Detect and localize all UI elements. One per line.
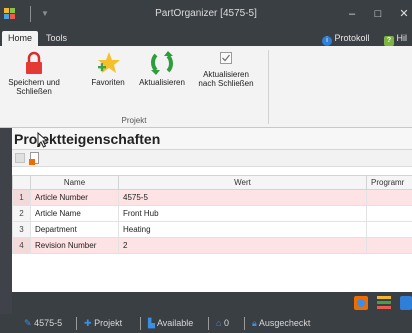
tab-home[interactable]: Home: [2, 31, 39, 46]
ribbon-tab-bar: Home Tools i Protokoll ? Hil: [0, 29, 412, 46]
property-name-cell[interactable]: Revision Number: [30, 237, 119, 254]
project-icon: ✚: [84, 318, 92, 328]
properties-grid: Name Wert Programr 1 Article Number 4575…: [12, 175, 412, 254]
protokoll-link[interactable]: i Protokoll: [322, 31, 370, 46]
table-row[interactable]: 2 Article Name Front Hub: [12, 205, 412, 222]
table-row[interactable]: 3 Department Heating: [12, 221, 412, 238]
row-index: 3: [12, 221, 31, 238]
chart-view-icon[interactable]: [354, 296, 368, 310]
property-program-cell[interactable]: [366, 221, 412, 238]
refresh-icon: [149, 50, 175, 76]
ribbon-group-label: Projekt: [121, 116, 147, 125]
lock-icon: [21, 50, 47, 76]
ribbon-panel: Speichern und Schließen Favoriten Aktual…: [0, 46, 412, 128]
property-value-cell[interactable]: Heating: [118, 221, 367, 238]
column-header-program[interactable]: Programr: [366, 175, 412, 190]
checkbox-icon: [220, 52, 232, 64]
help-label: Hil: [396, 33, 408, 43]
list-view-icon[interactable]: [377, 296, 391, 310]
article-number-status: 4575-5: [34, 318, 63, 328]
panel-title: Projektteigenschaften: [14, 131, 161, 147]
lock-status-icon: 🔒︎: [252, 318, 257, 328]
column-header-value[interactable]: Wert: [118, 175, 367, 190]
property-value-cell[interactable]: 2: [118, 237, 367, 254]
property-program-cell[interactable]: [366, 237, 412, 254]
property-value-cell[interactable]: 4575-5: [118, 189, 367, 206]
property-name-cell[interactable]: Article Name: [30, 205, 119, 222]
status-checkout: 🔒︎ Ausgecheckt: [252, 318, 310, 329]
mouse-cursor-icon: [37, 132, 49, 148]
row-number-header: [12, 175, 31, 190]
property-program-cell[interactable]: [366, 205, 412, 222]
help-icon: ?: [384, 36, 394, 46]
table-row[interactable]: 1 Article Number 4575-5: [12, 189, 412, 206]
ribbon-group-separator: [268, 50, 269, 124]
app-window: ▼ PartOrganizer [4575-5] – □ ✕ Home Tool…: [0, 0, 412, 333]
status-separator: [208, 317, 209, 330]
refresh-after-close-label: Aktualisieren nach Schließen: [198, 70, 254, 88]
star-add-icon: [95, 50, 121, 76]
available-status: Available: [156, 318, 194, 328]
refresh-button[interactable]: Aktualisieren: [132, 50, 192, 87]
protokoll-label: Protokoll: [334, 33, 370, 43]
status-separator: [244, 317, 245, 330]
row-index: 1: [12, 189, 31, 206]
favorites-label: Favoriten: [91, 78, 125, 87]
refresh-after-close-toggle[interactable]: Aktualisieren nach Schließen: [194, 50, 258, 88]
checkout-status: Ausgecheckt: [258, 318, 311, 328]
info-panel-icon[interactable]: [400, 296, 412, 310]
count-status: 0: [223, 318, 229, 328]
property-name-cell[interactable]: Department: [30, 221, 119, 238]
maximize-button[interactable]: □: [370, 6, 386, 22]
pencil-icon: ✎: [24, 318, 32, 328]
panel-header: Projektteigenschaften: [12, 128, 412, 150]
status-bar: ✎ 4575-5 ✚ Projekt ▙ Available ⌂ 0 🔒︎ Au…: [0, 314, 412, 333]
column-header-name[interactable]: Name: [30, 175, 119, 190]
status-article: ✎ 4575-5: [24, 318, 62, 329]
favorites-button[interactable]: Favoriten: [86, 50, 130, 87]
close-button[interactable]: ✕: [396, 6, 412, 22]
table-row[interactable]: 4 Revision Number 2: [12, 237, 412, 254]
status-separator: [140, 317, 141, 330]
minimize-button[interactable]: –: [344, 6, 360, 22]
property-program-cell[interactable]: [366, 189, 412, 206]
panel-toolbar: [12, 150, 412, 167]
help-link[interactable]: ? Hil: [384, 31, 407, 46]
save-and-close-label: Speichern und Schließen: [8, 78, 60, 96]
new-document-icon[interactable]: [29, 152, 39, 165]
status-separator: [76, 317, 77, 330]
grid-view-icon[interactable]: [15, 153, 25, 163]
row-index: 4: [12, 237, 31, 254]
property-value-cell[interactable]: Front Hub: [118, 205, 367, 222]
panel-bottom-bar: [12, 292, 412, 314]
save-and-close-button[interactable]: Speichern und Schließen: [4, 50, 64, 96]
info-icon: i: [322, 36, 332, 46]
status-project: ✚ Projekt: [84, 318, 122, 329]
home-icon: ⌂: [216, 318, 222, 328]
tab-tools[interactable]: Tools: [40, 31, 73, 46]
document-icon: ▙: [148, 318, 155, 328]
project-status: Projekt: [94, 318, 123, 328]
status-count: ⌂ 0: [216, 318, 229, 328]
row-index: 2: [12, 205, 31, 222]
property-name-cell[interactable]: Article Number: [30, 189, 119, 206]
title-bar: ▼ PartOrganizer [4575-5] – □ ✕: [0, 0, 412, 29]
refresh-label: Aktualisieren: [139, 78, 185, 87]
status-available: ▙ Available: [148, 318, 193, 329]
